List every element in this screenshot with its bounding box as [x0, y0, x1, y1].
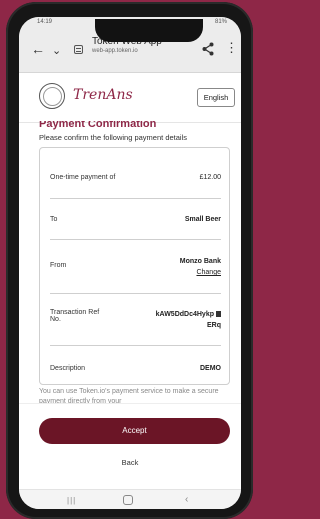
payee-value: Small Beer [184, 216, 221, 223]
system-nav-bar: ||| ‹ [19, 489, 241, 509]
amount-label: One-time payment of [50, 174, 116, 181]
payment-details-card: One-time payment of £12.00 To Small Beer… [39, 147, 230, 385]
description-label: Description [50, 365, 86, 372]
source-bank-row: From Monzo Bank Change [50, 258, 221, 280]
transaction-ref-label-line2: No. [50, 316, 61, 323]
phone-frame: 14:19 81% ← ⌄ Token Web App web-app.toke… [6, 2, 253, 519]
info-text: You can use Token.io's payment service t… [39, 388, 219, 404]
back-arrow-icon[interactable]: ← [31, 42, 45, 56]
transaction-ref-label: Transaction Ref No. [50, 309, 99, 323]
row-divider [50, 293, 221, 294]
row-divider [50, 239, 221, 240]
status-time: 14:19 [37, 19, 53, 25]
site-settings-icon[interactable] [74, 45, 83, 54]
phone-screen: 14:19 81% ← ⌄ Token Web App web-app.toke… [19, 17, 241, 509]
logo-text: TrenAns [73, 87, 133, 103]
payee-label: To [50, 216, 58, 223]
row-divider [50, 198, 221, 199]
camera-notch [95, 19, 203, 42]
amount-value: £12.00 [199, 174, 221, 181]
row-divider [50, 345, 221, 346]
language-button[interactable]: English [197, 88, 235, 107]
status-battery: 81% [214, 19, 227, 25]
home-icon[interactable] [123, 495, 133, 505]
instructions-text: Please confirm the following payment det… [39, 133, 187, 142]
description-value: DEMO [200, 365, 221, 372]
more-vert-icon[interactable]: ⋮ [225, 41, 238, 55]
transaction-ref-label-line1: Transaction Ref [50, 309, 100, 316]
share-icon[interactable] [202, 42, 214, 56]
copy-icon[interactable] [216, 311, 221, 317]
source-bank-label: From [50, 262, 67, 269]
chevron-down-icon[interactable]: ⌄ [52, 44, 61, 58]
recent-apps-icon[interactable]: ||| [67, 496, 76, 505]
logo-emblem [39, 83, 65, 109]
action-footer: Accept Back [19, 403, 241, 489]
transaction-ref-value-line2: ERq [207, 322, 221, 329]
source-bank-value: Monzo Bank [179, 258, 221, 265]
browser-url[interactable]: web-app.token.io [92, 48, 138, 54]
transaction-ref-value-line1: kAW5DdDc4Hykp [155, 311, 214, 318]
back-link[interactable]: Back [19, 458, 241, 467]
accept-button[interactable]: Accept [39, 418, 230, 444]
transaction-ref-value: kAW5DdDc4Hykp ERq [156, 309, 221, 331]
transaction-ref-row: Transaction Ref No. kAW5DdDc4Hykp ERq [50, 309, 221, 333]
app-header: TrenAns English [19, 73, 241, 123]
system-back-icon[interactable]: ‹ [185, 494, 188, 505]
change-bank-link[interactable]: Change [196, 269, 221, 276]
page-title: Payment Confirmation [39, 121, 157, 130]
